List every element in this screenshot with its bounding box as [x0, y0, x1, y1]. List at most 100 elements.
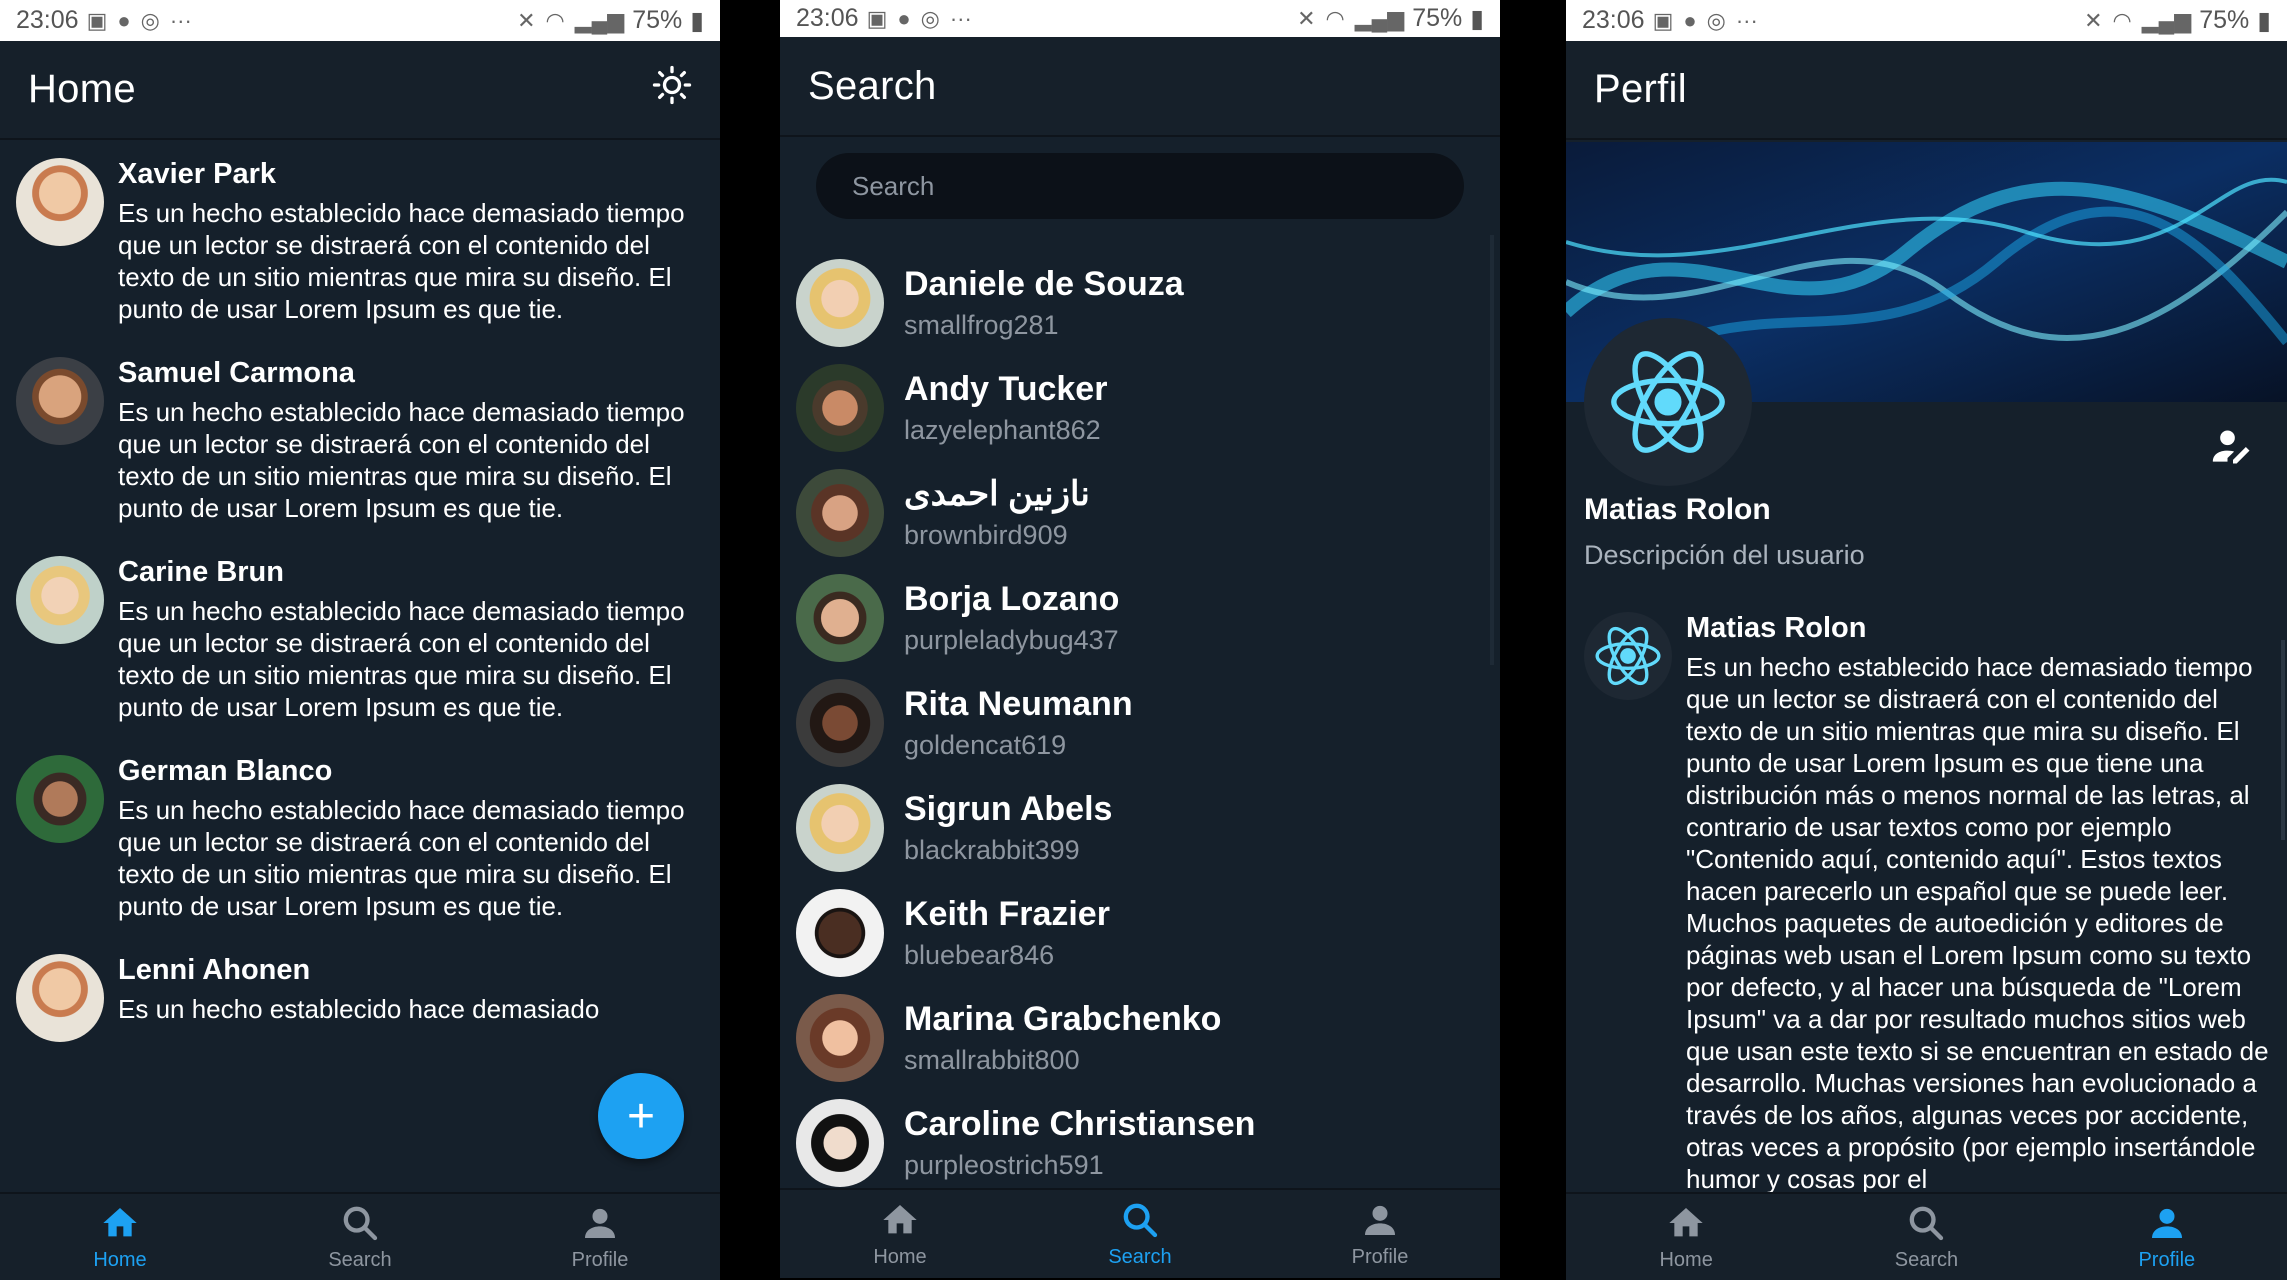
post-item[interactable]: Lenni Ahonen Es un hecho establecido hace… [0, 938, 720, 1052]
signal-icon: ▂▄▆ [574, 7, 625, 33]
list-item[interactable]: Daniele de Souza smallfrog281 [780, 250, 1500, 355]
post-author[interactable]: Carine Brun [118, 556, 706, 589]
nav-home[interactable]: Home [780, 1190, 1020, 1278]
post-text: Es un hecho establecido hace demasiado t… [118, 795, 685, 921]
list-item[interactable]: Rita Neumann goldencat619 [780, 670, 1500, 775]
post-author[interactable]: Lenni Ahonen [118, 954, 599, 987]
list-item[interactable]: Andy Tucker lazyelephant862 [780, 355, 1500, 460]
person-icon [2151, 1208, 2182, 1238]
wifi-icon: ◠ [1325, 5, 1345, 31]
avatar[interactable] [16, 954, 104, 1042]
nav-profile[interactable]: Profile [480, 1194, 720, 1280]
avatar[interactable] [16, 556, 104, 644]
app-icon: ● [117, 7, 131, 33]
list-item[interactable]: Keith Frazier bluebear846 [780, 880, 1500, 985]
page-title: Perfil [1594, 67, 1687, 111]
user-name: Daniele de Souza [904, 264, 1184, 303]
user-handle: lazyelephant862 [904, 414, 1101, 445]
battery-icon: ▮ [690, 6, 704, 35]
status-time: 23:06 [16, 6, 79, 34]
list-item[interactable]: Caroline Christiansen purpleostrich591 [780, 1090, 1500, 1192]
user-name: Sigrun Abels [904, 789, 1113, 828]
user-handle: purpleostrich591 [904, 1149, 1104, 1180]
post-text: Es un hecho establecido hace demasiado t… [118, 198, 685, 324]
post-author[interactable]: Samuel Carmona [118, 357, 706, 390]
nav-profile-label: Profile [2138, 1248, 2196, 1271]
search-input[interactable]: Search [816, 153, 1464, 219]
app-bar: Perfil [1566, 41, 2287, 140]
list-item[interactable]: Marina Grabchenko smallrabbit800 [780, 985, 1500, 1090]
app-icon: ● [1683, 7, 1697, 33]
scrollbar[interactable] [2281, 640, 2285, 840]
edit-profile-icon[interactable] [2211, 425, 2255, 469]
post-author[interactable]: German Blanco [118, 755, 706, 788]
post-item[interactable]: Carine Brun Es un hecho establecido hace … [0, 540, 720, 733]
user-handle: smallrabbit800 [904, 1044, 1080, 1075]
nav-profile-label: Profile [1351, 1245, 1409, 1268]
wifi-icon: ◠ [545, 7, 565, 33]
new-post-button[interactable]: + [598, 1073, 684, 1159]
search-results[interactable]: Daniele de Souza smallfrog281 Andy Tucker… [780, 250, 1500, 1192]
react-logo-icon [1595, 626, 1661, 686]
avatar [796, 678, 884, 767]
nav-home[interactable]: Home [0, 1194, 240, 1280]
user-handle: blackrabbit399 [904, 834, 1080, 865]
nav-profile[interactable]: Profile [2047, 1194, 2287, 1280]
avatar [796, 573, 884, 662]
user-handle: brownbird909 [904, 520, 1068, 550]
nav-profile[interactable]: Profile [1260, 1190, 1500, 1278]
user-handle: goldencat619 [904, 729, 1067, 760]
user-name: Andy Tucker [904, 369, 1108, 408]
avatar [796, 258, 884, 347]
battery-level: 75% [1412, 4, 1463, 32]
image-icon: ▣ [866, 5, 888, 31]
post-item[interactable]: Xavier Park Es un hecho establecido hace … [0, 142, 720, 335]
avatar [796, 993, 884, 1082]
profile-screen: 23:06 ▣ ● ◎ ··· ✕ ◠ ▂▄▆ 75% ▮ Perfil Matias [1566, 0, 2287, 1280]
status-bar: 23:06 ▣ ● ◎ ··· ✕ ◠ ▂▄▆ 75% ▮ [780, 0, 1500, 37]
signal-icon: ▂▄▆ [1354, 5, 1405, 31]
home-screen: 23:06 ▣ ● ◎ ··· ✕ ◠ ▂▄▆ 75% ▮ Home Xavier Par… [0, 0, 720, 1280]
post-feed[interactable]: Xavier Park Es un hecho establecido hace … [0, 142, 720, 1194]
nav-search-label: Search [328, 1248, 392, 1271]
battery-level: 75% [632, 6, 683, 34]
user-name: Caroline Christiansen [904, 1104, 1256, 1143]
post-author[interactable]: Matias Rolon [1686, 612, 2279, 645]
profile-avatar[interactable] [1584, 318, 1752, 486]
avatar[interactable] [1584, 612, 1672, 700]
avatar[interactable] [16, 158, 104, 246]
signal-icon: ▂▄▆ [2141, 7, 2192, 33]
app-bar: Home [0, 41, 720, 140]
instagram-icon: ◎ [920, 5, 940, 31]
post-text: Es un hecho establecido hace demasiado t… [118, 596, 685, 722]
status-time: 23:06 [1582, 6, 1645, 34]
nav-profile-label: Profile [571, 1248, 629, 1271]
battery-icon: ▮ [2257, 6, 2271, 35]
home-icon [883, 1204, 917, 1233]
status-bar: 23:06 ▣ ● ◎ ··· ✕ ◠ ▂▄▆ 75% ▮ [0, 0, 720, 41]
home-icon [1669, 1207, 1703, 1236]
mute-icon: ✕ [2084, 7, 2103, 33]
post-item[interactable]: Samuel Carmona Es un hecho establecido ha… [0, 341, 720, 534]
nav-search-label: Search [1894, 1248, 1959, 1271]
nav-search[interactable]: Search [1806, 1194, 2046, 1280]
search-icon [343, 1206, 378, 1240]
list-item[interactable]: Sigrun Abels blackrabbit399 [780, 775, 1500, 880]
nav-home[interactable]: Home [1566, 1194, 1806, 1280]
post-text: Es un hecho establecido hace demasiado [118, 994, 600, 1024]
image-icon: ▣ [86, 7, 108, 33]
post-item[interactable]: German Blanco Es un hecho establecido hac… [0, 739, 720, 932]
search-screen: 23:06 ▣ ● ◎ ··· ✕ ◠ ▂▄▆ 75% ▮ Search Search D… [780, 0, 1500, 1278]
bottom-nav: Home Search Profile [0, 1192, 720, 1280]
list-item[interactable]: نازنین احمدی brownbird909 [780, 460, 1500, 565]
user-name: Rita Neumann [904, 684, 1133, 723]
avatar[interactable] [16, 357, 104, 445]
theme-toggle-icon[interactable] [652, 65, 692, 115]
user-handle: smallfrog281 [904, 309, 1059, 340]
nav-search[interactable]: Search [1020, 1190, 1260, 1278]
list-item[interactable]: Borja Lozano purpleladybug437 [780, 565, 1500, 670]
post-author[interactable]: Xavier Park [118, 158, 706, 191]
post-item[interactable]: Matias Rolon Es un hecho establecido hac… [1584, 612, 2279, 1195]
avatar[interactable] [16, 755, 104, 843]
nav-search[interactable]: Search [240, 1194, 480, 1280]
